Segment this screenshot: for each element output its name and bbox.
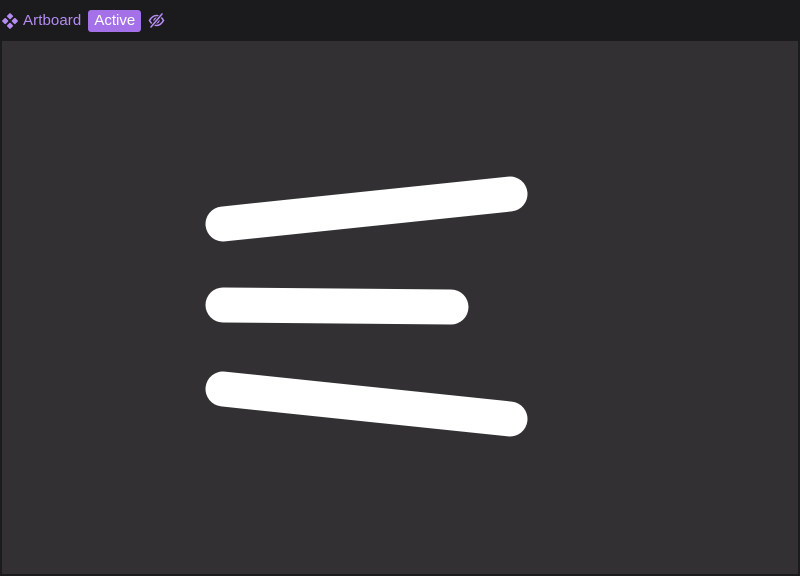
rive-artboard-view: Artboard Active bbox=[0, 0, 800, 576]
artwork-layer bbox=[205, 176, 528, 437]
artboard-header: Artboard Active bbox=[0, 0, 800, 41]
artboard-name[interactable]: Artboard bbox=[23, 12, 81, 29]
artboard-canvas[interactable] bbox=[1, 41, 799, 575]
stroke-middle[interactable] bbox=[205, 287, 469, 325]
component-diamond-icon bbox=[1, 12, 19, 30]
stroke-top[interactable] bbox=[205, 176, 528, 242]
eye-off-icon[interactable] bbox=[147, 12, 165, 30]
state-badge[interactable]: Active bbox=[88, 9, 142, 32]
stroke-bottom[interactable] bbox=[205, 371, 528, 437]
